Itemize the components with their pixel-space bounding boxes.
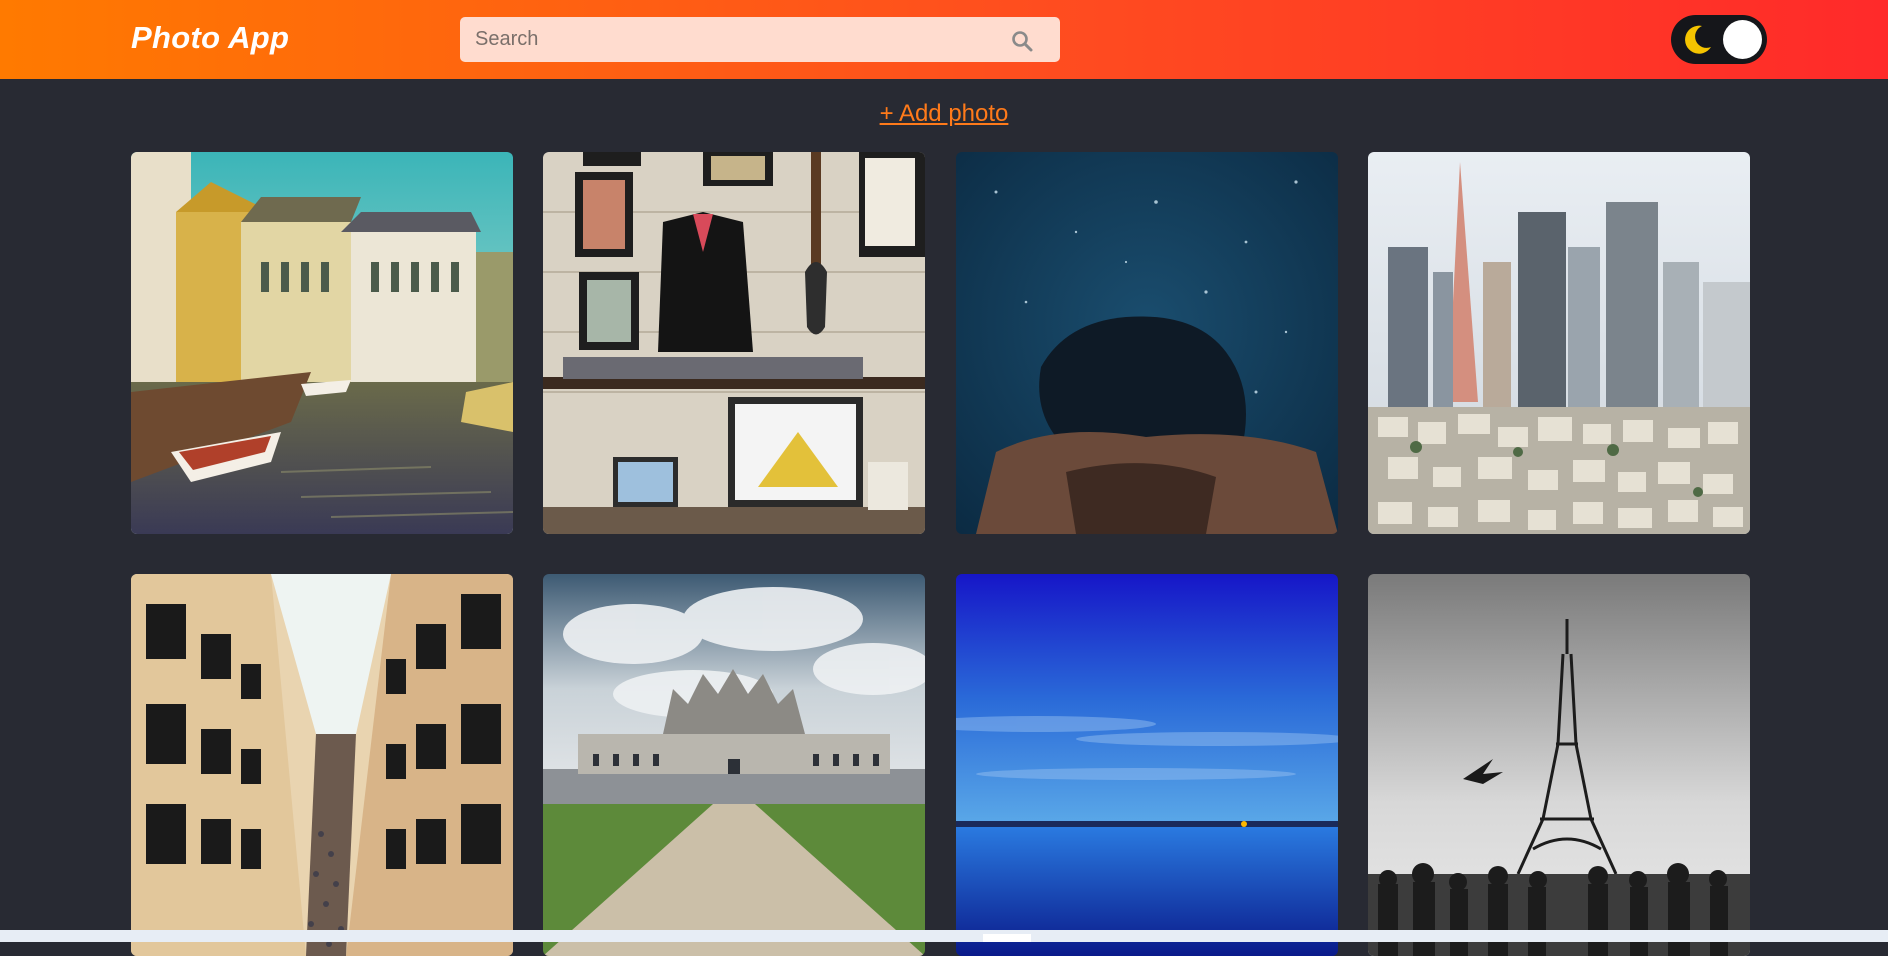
- photo-underwater-swimmer: [956, 152, 1338, 534]
- photo-tile-underwater[interactable]: [956, 152, 1338, 534]
- photo-city-skyline: [1368, 152, 1750, 534]
- photo-blue-horizon: [956, 574, 1338, 956]
- photo-tile-street[interactable]: [131, 574, 513, 956]
- photo-narrow-street: [131, 574, 513, 956]
- search-bar: [460, 17, 1060, 62]
- photo-tile-canal[interactable]: [131, 152, 513, 534]
- photo-tile-sea[interactable]: [956, 574, 1338, 956]
- add-photo-link[interactable]: + Add photo: [0, 100, 1888, 128]
- photo-tile-shop-wall[interactable]: [543, 152, 925, 534]
- bottom-scroll-thumb[interactable]: [983, 934, 1031, 942]
- photo-tile-eiffel[interactable]: [1368, 574, 1750, 956]
- theme-toggle[interactable]: [1671, 15, 1767, 64]
- photo-chateau: [543, 574, 925, 956]
- photo-tile-castle[interactable]: [543, 574, 925, 956]
- app-logo-title[interactable]: Photo App: [131, 20, 289, 56]
- photo-canal-town: [131, 152, 513, 534]
- top-nav-bar: Photo App: [0, 0, 1888, 79]
- search-input[interactable]: [460, 17, 995, 62]
- moon-icon: [1685, 25, 1711, 54]
- search-icon[interactable]: [1010, 29, 1034, 53]
- toggle-knob: [1723, 20, 1762, 59]
- photo-eiffel-tower: [1368, 574, 1750, 956]
- bottom-scroll-strip: [0, 930, 1888, 942]
- photo-shop-wall: [543, 152, 925, 534]
- photo-tile-city[interactable]: [1368, 152, 1750, 534]
